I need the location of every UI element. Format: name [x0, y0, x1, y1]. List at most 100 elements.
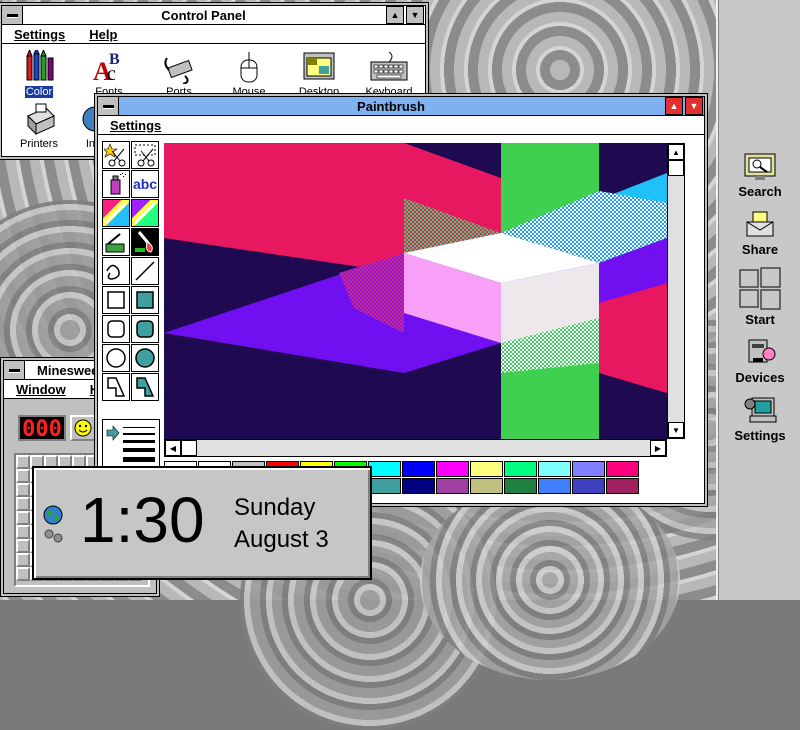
- palette-color[interactable]: [572, 478, 605, 494]
- scroll-thumb[interactable]: [668, 160, 684, 176]
- palette-color[interactable]: [368, 478, 401, 494]
- desktop-icon-item[interactable]: Desktop: [284, 50, 354, 98]
- palette-color[interactable]: [436, 461, 469, 477]
- mine-cell[interactable]: [16, 539, 30, 553]
- airbrush-tool[interactable]: [102, 170, 130, 198]
- mine-cell[interactable]: [16, 511, 30, 525]
- filled-circle-icon: [135, 348, 155, 368]
- eraser-icon: [133, 201, 157, 225]
- menu-help[interactable]: Help: [83, 27, 123, 42]
- smiley-face-button[interactable]: [70, 415, 96, 441]
- mine-cell[interactable]: [16, 483, 30, 497]
- clock-date: August 3: [234, 526, 329, 553]
- globe-icon: [43, 505, 63, 525]
- scroll-left-arrow[interactable]: ◀: [165, 440, 181, 456]
- charm-devices[interactable]: Devices: [718, 336, 800, 385]
- filled-polygon-tool[interactable]: [131, 373, 159, 401]
- charm-start[interactable]: Start: [718, 266, 800, 327]
- ports-icon: [164, 57, 193, 84]
- devices-icon: [748, 339, 776, 363]
- maximize-button[interactable]: ▼: [406, 6, 424, 24]
- scroll-thumb[interactable]: [181, 440, 197, 456]
- paintbrush-window[interactable]: Paintbrush ▲ ▼ Settings abc ▲ ▼ ◀ ▶: [97, 96, 705, 504]
- keyboard-icon-item[interactable]: Keyboard: [354, 50, 424, 98]
- charm-search[interactable]: Search: [718, 152, 800, 199]
- box-tool[interactable]: [102, 286, 130, 314]
- mine-cell[interactable]: [16, 525, 30, 539]
- svg-text:B: B: [109, 51, 120, 68]
- minimize-button[interactable]: ▲: [386, 6, 404, 24]
- palette-color[interactable]: [470, 461, 503, 477]
- toolbox: abc: [102, 141, 160, 471]
- spray-can-icon: [110, 173, 126, 195]
- mouse-icon: [240, 52, 258, 83]
- filled-rounded-box-icon: [136, 320, 154, 338]
- canvas-vertical-scrollbar[interactable]: ▲ ▼: [667, 143, 685, 439]
- mine-cell[interactable]: [16, 567, 30, 581]
- maximize-button[interactable]: ▼: [685, 97, 703, 115]
- mine-cell[interactable]: [16, 497, 30, 511]
- palette-color[interactable]: [538, 461, 571, 477]
- minimize-button[interactable]: ▲: [665, 97, 683, 115]
- palette-color[interactable]: [402, 461, 435, 477]
- desktop-icon: [303, 52, 335, 80]
- system-menu-button[interactable]: [4, 361, 25, 379]
- line-tool[interactable]: [131, 257, 159, 285]
- palette-color[interactable]: [504, 478, 537, 494]
- clock-time: 1:30: [80, 484, 205, 556]
- mine-cell[interactable]: [16, 469, 30, 483]
- scroll-right-arrow[interactable]: ▶: [650, 440, 666, 456]
- network-icon: [44, 529, 63, 543]
- paint-roller-tool[interactable]: [102, 228, 130, 256]
- palette-color[interactable]: [504, 461, 537, 477]
- charm-label: Share: [741, 242, 779, 257]
- charm-settings[interactable]: Settings: [718, 394, 800, 443]
- palette-color[interactable]: [606, 461, 639, 477]
- scroll-down-arrow[interactable]: ▼: [668, 422, 684, 438]
- filled-rounded-box-tool[interactable]: [131, 315, 159, 343]
- system-menu-button[interactable]: [98, 97, 119, 115]
- menu-window[interactable]: Window: [10, 382, 72, 397]
- polygon-tool[interactable]: [102, 373, 130, 401]
- line-width-selector[interactable]: [102, 419, 160, 471]
- paintbrush-menubar: Settings: [98, 116, 704, 135]
- circle-tool[interactable]: [102, 344, 130, 372]
- scissors-tool[interactable]: [131, 141, 159, 169]
- menu-settings[interactable]: Settings: [8, 27, 71, 42]
- paintbrush-titlebar[interactable]: Paintbrush ▲ ▼: [98, 97, 704, 116]
- drawing-canvas[interactable]: [164, 143, 667, 439]
- palette-color[interactable]: [368, 461, 401, 477]
- brush-tool[interactable]: [131, 228, 159, 256]
- curve-tool[interactable]: [102, 257, 130, 285]
- palette-color[interactable]: [606, 478, 639, 494]
- eraser-tool[interactable]: [131, 199, 159, 227]
- filled-box-tool[interactable]: [131, 286, 159, 314]
- charm-share[interactable]: Share: [718, 210, 800, 257]
- ports-icon-item[interactable]: Ports: [144, 50, 214, 98]
- palette-color[interactable]: [470, 478, 503, 494]
- search-icon: [744, 153, 776, 180]
- system-menu-button[interactable]: [2, 6, 23, 24]
- mine-cell[interactable]: [16, 553, 30, 567]
- palette-color[interactable]: [402, 478, 435, 494]
- text-tool[interactable]: abc: [131, 170, 159, 198]
- palette-color[interactable]: [572, 461, 605, 477]
- palette-color[interactable]: [538, 478, 571, 494]
- palette-color[interactable]: [436, 478, 469, 494]
- mouse-icon-item[interactable]: Mouse: [214, 50, 284, 98]
- line-icon: [135, 261, 155, 281]
- scroll-up-arrow[interactable]: ▲: [668, 144, 684, 160]
- color-icon-item[interactable]: Color: [4, 50, 74, 98]
- scissors-pick-tool[interactable]: [102, 141, 130, 169]
- control-panel-titlebar[interactable]: Control Panel ▲ ▼: [2, 6, 425, 25]
- color-eraser-tool[interactable]: [102, 199, 130, 227]
- rounded-box-tool[interactable]: [102, 315, 130, 343]
- filled-circle-tool[interactable]: [131, 344, 159, 372]
- mine-cell[interactable]: [16, 455, 30, 469]
- canvas-horizontal-scrollbar[interactable]: ◀ ▶: [164, 439, 667, 457]
- filled-box-icon: [136, 291, 154, 309]
- rounded-box-icon: [107, 320, 125, 338]
- menu-settings[interactable]: Settings: [104, 118, 167, 133]
- settings-icon: [744, 397, 777, 423]
- fonts-icon-item[interactable]: A c B Fonts: [74, 50, 144, 98]
